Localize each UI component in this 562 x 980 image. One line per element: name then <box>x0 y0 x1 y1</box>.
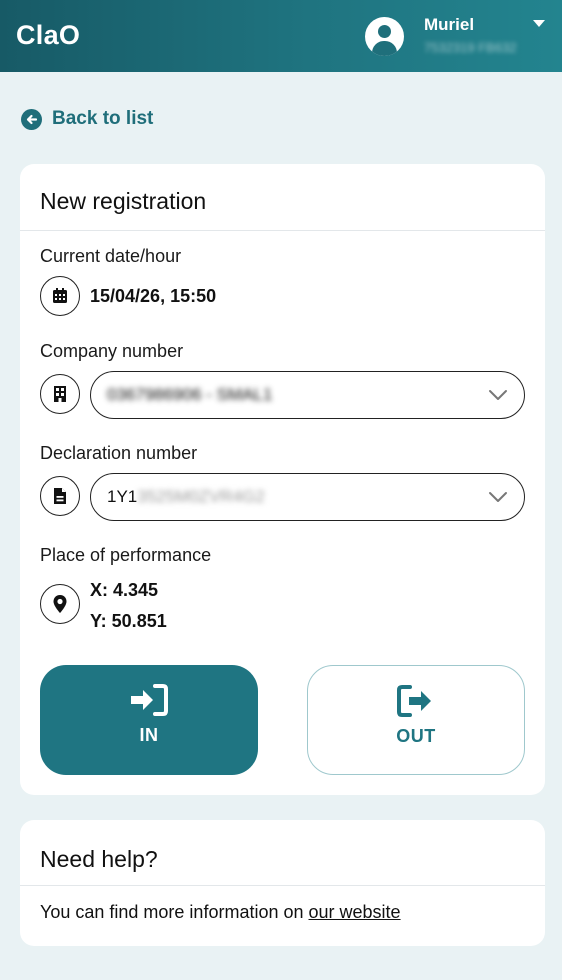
app-header: ClaO Muriel 7532319 FB632 <box>0 0 562 72</box>
location-pin-icon <box>40 584 80 624</box>
check-in-label: IN <box>139 725 159 745</box>
declaration-label: Declaration number <box>40 443 198 463</box>
coordinate-x: X: 4.345 <box>90 580 159 600</box>
chevron-down-icon <box>489 390 507 400</box>
calendar-icon <box>40 276 80 316</box>
company-label: Company number <box>40 341 184 361</box>
user-menu-caret-icon[interactable] <box>533 20 545 27</box>
place-label: Place of performance <box>40 545 212 565</box>
document-icon <box>40 476 80 516</box>
website-link[interactable]: our website <box>309 902 401 922</box>
sign-out-icon <box>397 685 431 717</box>
back-to-list-link[interactable]: Back to list <box>21 107 153 131</box>
new-registration-card: New registration Current date/hour 15/04… <box>20 164 545 795</box>
help-text: You can find more information on our web… <box>40 902 401 922</box>
help-card: Need help? You can find more information… <box>20 820 545 946</box>
building-icon <box>40 374 80 414</box>
check-in-button[interactable]: IN <box>40 665 258 775</box>
declaration-number-value: 1Y13525M0ZVR4G2 <box>107 487 265 506</box>
card-title: New registration <box>40 188 207 214</box>
check-out-label: OUT <box>396 726 436 746</box>
arrow-left-circle-icon <box>21 108 42 130</box>
user-name[interactable]: Muriel <box>424 15 474 35</box>
user-id-obscured: 7532319 FB632 <box>424 40 517 55</box>
app-brand: ClaO <box>16 20 81 50</box>
help-title: Need help? <box>40 846 158 872</box>
back-to-list-label: Back to list <box>52 108 154 129</box>
user-avatar-icon[interactable] <box>365 17 404 56</box>
date-label: Current date/hour <box>40 246 182 266</box>
chevron-down-icon <box>489 492 507 502</box>
current-date-value: 15/04/26, 15:50 <box>90 286 217 306</box>
company-number-value: 0367986906 - SMAL1 <box>107 385 273 404</box>
check-out-button[interactable]: OUT <box>307 665 525 775</box>
declaration-number-select[interactable]: 1Y13525M0ZVR4G2 <box>90 473 525 521</box>
coordinate-y: Y: 50.851 <box>90 611 167 631</box>
card-divider <box>20 230 545 231</box>
help-divider <box>20 885 545 886</box>
sign-in-icon <box>131 684 168 716</box>
company-number-select[interactable]: 0367986906 - SMAL1 <box>90 371 525 419</box>
